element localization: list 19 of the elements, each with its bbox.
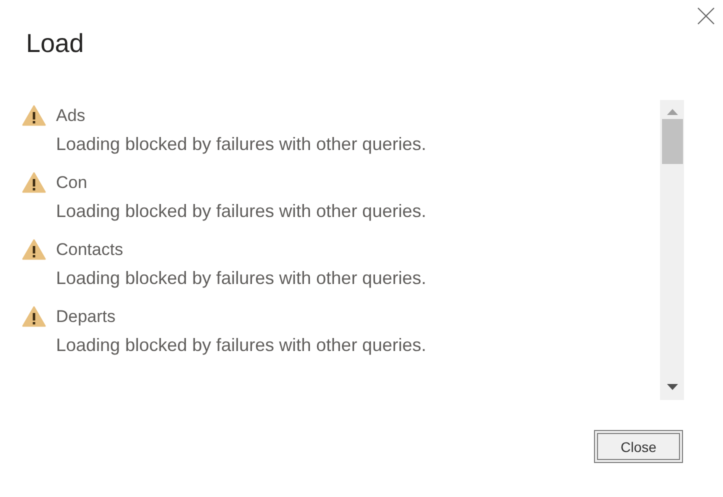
scroll-down-icon[interactable] xyxy=(666,384,678,390)
query-message: Loading blocked by failures with other queries. xyxy=(56,201,428,222)
scroll-up-icon[interactable] xyxy=(666,109,678,115)
query-message: Loading blocked by failures with other queries. xyxy=(56,335,428,356)
query-name: Ads xyxy=(56,106,86,126)
query-message: Loading blocked by failures with other queries. xyxy=(56,134,428,155)
query-name: Departs xyxy=(56,306,117,326)
warning-icon xyxy=(22,239,46,260)
warning-icon xyxy=(22,306,46,327)
warning-icon xyxy=(22,172,46,193)
warning-icon xyxy=(22,105,46,126)
query-name: Con xyxy=(56,172,88,192)
close-icon[interactable] xyxy=(697,7,715,25)
scrollbar[interactable] xyxy=(660,100,684,400)
close-button[interactable]: Close xyxy=(594,430,683,463)
scroll-thumb[interactable] xyxy=(662,119,682,164)
dialog-title: Load xyxy=(26,28,84,59)
query-message: Loading blocked by failures with other queries. xyxy=(56,268,428,289)
query-name: Contacts xyxy=(56,240,124,260)
